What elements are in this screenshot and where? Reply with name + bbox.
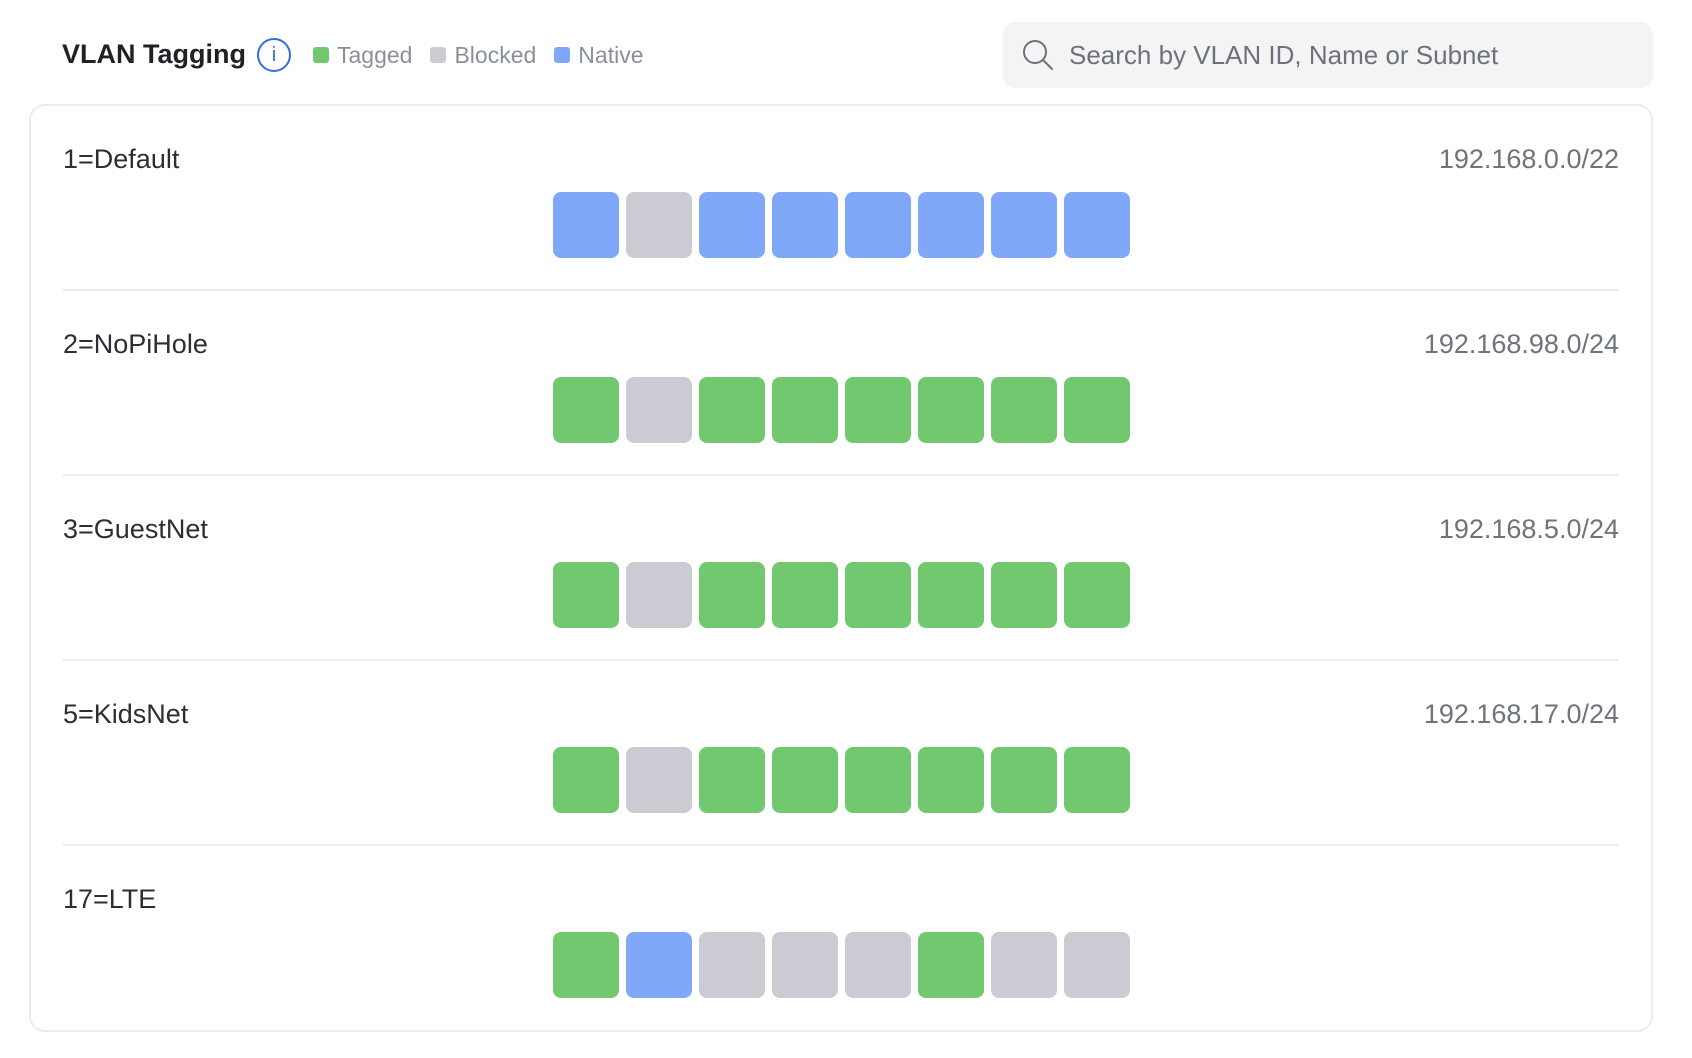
info-icon[interactable]: i	[257, 38, 291, 72]
port-tile-1[interactable]	[553, 377, 619, 443]
port-tile-8[interactable]	[1064, 562, 1130, 628]
legend-label: Tagged	[337, 41, 413, 68]
port-tile-6[interactable]	[918, 377, 984, 443]
port-tile-1[interactable]	[553, 562, 619, 628]
legend-item-blocked: Blocked	[430, 42, 536, 69]
port-tile-4[interactable]	[772, 747, 838, 813]
legend-label: Native	[578, 41, 644, 68]
port-tile-7[interactable]	[991, 562, 1057, 628]
port-strip	[553, 377, 1137, 443]
vlan-row[interactable]: 2=NoPiHole 192.168.98.0/24	[63, 291, 1619, 476]
port-tile-5[interactable]	[845, 932, 911, 998]
vlan-subnet: 192.168.98.0/24	[1423, 329, 1619, 359]
port-tile-3[interactable]	[699, 192, 765, 258]
port-tile-3[interactable]	[699, 747, 765, 813]
port-tile-8[interactable]	[1064, 932, 1130, 998]
port-tile-2[interactable]	[626, 747, 692, 813]
tagged-swatch-icon	[313, 47, 329, 63]
port-tile-7[interactable]	[991, 932, 1057, 998]
port-tile-8[interactable]	[1064, 377, 1130, 443]
port-tile-2[interactable]	[626, 377, 692, 443]
legend-item-tagged: Tagged	[313, 42, 412, 69]
port-tile-1[interactable]	[553, 747, 619, 813]
port-tile-4[interactable]	[772, 377, 838, 443]
vlan-row[interactable]: 5=KidsNet 192.168.17.0/24	[63, 661, 1619, 846]
page-title: VLAN Tagging	[62, 39, 246, 69]
port-tile-4[interactable]	[772, 932, 838, 998]
port-tile-5[interactable]	[845, 747, 911, 813]
vlan-row[interactable]: 17=LTE	[63, 846, 1619, 1031]
blocked-swatch-icon	[430, 47, 447, 63]
port-strip	[553, 562, 1137, 628]
port-tile-6[interactable]	[918, 932, 984, 998]
port-tile-5[interactable]	[845, 192, 911, 258]
port-tile-2[interactable]	[626, 192, 692, 258]
port-tile-8[interactable]	[1064, 747, 1130, 813]
vlan-panel: 1=Default 192.168.0.0/22 2=NoPiHole 192.…	[29, 104, 1653, 1032]
port-tile-6[interactable]	[918, 192, 984, 258]
vlan-name: 17=LTE	[63, 884, 157, 914]
port-tile-4[interactable]	[772, 192, 838, 258]
vlan-name: 5=KidsNet	[63, 699, 189, 729]
vlan-name: 1=Default	[63, 144, 180, 174]
port-strip	[553, 932, 1137, 998]
legend: Tagged Blocked Native	[313, 40, 662, 70]
vlan-row[interactable]: 3=GuestNet 192.168.5.0/24	[63, 476, 1619, 661]
port-tile-1[interactable]	[553, 932, 619, 998]
port-tile-5[interactable]	[845, 562, 911, 628]
port-tile-6[interactable]	[918, 747, 984, 813]
port-strip	[553, 747, 1137, 813]
port-strip	[553, 192, 1137, 258]
port-tile-8[interactable]	[1064, 192, 1130, 258]
header: VLAN Tagging i Tagged Blocked Native	[0, 0, 1692, 104]
port-tile-7[interactable]	[991, 377, 1057, 443]
vlan-subnet: 192.168.17.0/24	[1423, 699, 1619, 729]
search-input[interactable]	[1069, 35, 1629, 75]
legend-label: Blocked	[454, 41, 537, 68]
port-tile-5[interactable]	[845, 377, 911, 443]
vlan-row[interactable]: 1=Default 192.168.0.0/22	[63, 106, 1619, 291]
port-tile-3[interactable]	[699, 562, 765, 628]
port-tile-3[interactable]	[699, 377, 765, 443]
port-tile-1[interactable]	[553, 192, 619, 258]
port-tile-7[interactable]	[991, 747, 1057, 813]
port-tile-6[interactable]	[918, 562, 984, 628]
vlan-subnet: 192.168.0.0/22	[1438, 144, 1619, 174]
legend-item-native: Native	[554, 41, 644, 69]
port-tile-4[interactable]	[772, 562, 838, 628]
port-tile-3[interactable]	[699, 932, 765, 998]
port-tile-2[interactable]	[626, 562, 692, 628]
vlan-name: 3=GuestNet	[63, 514, 208, 544]
search-icon	[1023, 40, 1053, 70]
vlan-subnet: 192.168.5.0/24	[1438, 514, 1619, 544]
vlan-name: 2=NoPiHole	[63, 329, 208, 359]
native-swatch-icon	[554, 47, 571, 63]
search-box[interactable]	[1003, 22, 1653, 88]
port-tile-2[interactable]	[626, 932, 692, 998]
port-tile-7[interactable]	[991, 192, 1057, 258]
